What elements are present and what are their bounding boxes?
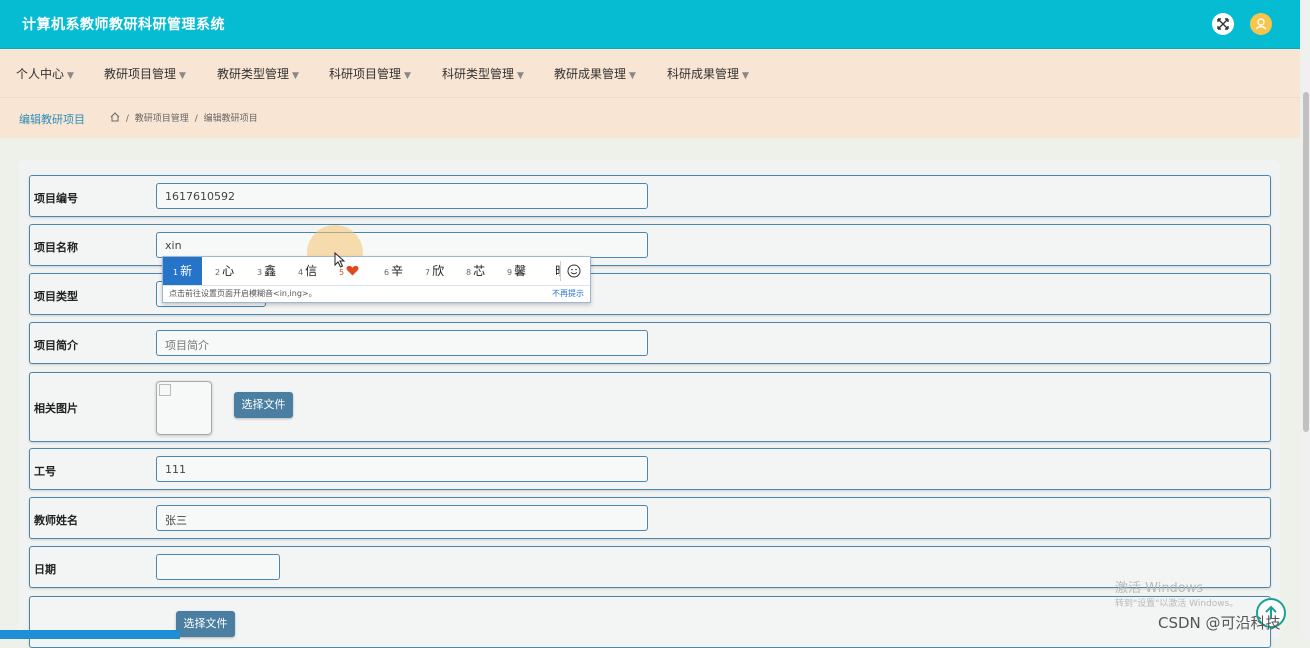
- project-intro-input[interactable]: 项目简介: [156, 330, 648, 356]
- menu-teaching-project[interactable]: 教研项目管理 ▼: [104, 65, 186, 82]
- ime-candidate[interactable]: 8芯: [466, 257, 485, 285]
- choose-image-button[interactable]: 选择文件: [234, 392, 293, 418]
- broken-image-icon: [159, 384, 171, 396]
- breadcrumb-separator: /: [125, 114, 129, 124]
- form-row-staff-no: 工号 111: [29, 448, 1271, 490]
- scrollbar-thumb[interactable]: [1303, 92, 1309, 432]
- ime-candidate[interactable]: 9馨: [507, 257, 526, 285]
- home-icon[interactable]: [110, 112, 123, 124]
- ime-separator: [560, 261, 561, 281]
- menu-personal-center[interactable]: 个人中心 ▼: [16, 65, 74, 82]
- field-label: 教师姓名: [34, 514, 78, 527]
- field-label: 相关图片: [34, 402, 78, 415]
- ime-candidate-popup: 1新 2心 3鑫 4信 5 6辛 7欣 8芯 9馨 昕 点击前往设置页面开启模糊…: [162, 256, 591, 303]
- main-menu: 个人中心 ▼ 教研项目管理 ▼ 教研类型管理 ▼ 科研项目管理 ▼ 科研类型管理 ▼ 教研…: [0, 49, 1300, 98]
- ime-candidate[interactable]: 6辛: [384, 257, 403, 285]
- field-label: 项目编号: [34, 192, 78, 205]
- caret-down-icon: ▼: [517, 71, 524, 81]
- mouse-pointer-icon: [334, 251, 346, 272]
- ime-candidate[interactable]: 1新: [163, 257, 203, 285]
- smiley-icon[interactable]: [567, 263, 581, 278]
- ime-candidate-list: 1新 2心 3鑫 4信 5 6辛 7欣 8芯 9馨 昕: [163, 257, 590, 286]
- field-label: 项目简介: [34, 339, 78, 352]
- top-header: 计算机系教师教研科研管理系统: [0, 0, 1300, 49]
- ime-candidate[interactable]: 7欣: [425, 257, 444, 285]
- menu-research-project[interactable]: 科研项目管理 ▼: [329, 65, 411, 82]
- menu-research-achievement[interactable]: 科研成果管理 ▼: [667, 65, 749, 82]
- csdn-credit: CSDN @可沿科技: [1158, 614, 1281, 632]
- windows-activation-watermark: 激活 Windows: [1115, 581, 1204, 596]
- breadcrumb-path: / 教研项目管理 / 编辑教研项目: [110, 111, 261, 124]
- project-no-input[interactable]: 1617610592: [156, 183, 648, 209]
- caret-down-icon: ▼: [179, 71, 186, 81]
- form-row-project-intro: 项目简介 项目简介: [29, 322, 1271, 364]
- form-row-teacher-name: 教师姓名 张三: [29, 497, 1271, 539]
- caret-down-icon: ▼: [404, 71, 411, 81]
- ime-hint-text: 点击前往设置页面开启模糊音<in,ing>。: [169, 289, 317, 298]
- menu-teaching-achievement[interactable]: 教研成果管理 ▼: [554, 65, 636, 82]
- breadcrumb-current: 编辑教研项目: [203, 114, 258, 124]
- staff-no-input[interactable]: 111: [156, 456, 648, 482]
- form-row-file: 选择文件: [29, 596, 1271, 648]
- menu-research-type[interactable]: 科研类型管理 ▼: [442, 65, 524, 82]
- bottom-accent-bar: [0, 630, 180, 639]
- expand-icon[interactable]: [1212, 13, 1234, 35]
- field-label: 日期: [34, 563, 56, 576]
- ime-dismiss-link[interactable]: 不再提示: [552, 288, 584, 299]
- user-avatar-icon[interactable]: [1250, 13, 1272, 35]
- project-name-input[interactable]: xin: [156, 232, 648, 258]
- choose-file-button[interactable]: 选择文件: [176, 611, 235, 637]
- breadcrumb-separator: /: [194, 114, 198, 124]
- windows-activation-hint: 转到"设置"以激活 Windows。: [1115, 599, 1239, 609]
- breadcrumb-link-teaching-project[interactable]: 教研项目管理: [135, 114, 189, 124]
- date-input[interactable]: [156, 554, 280, 580]
- image-preview: [156, 381, 212, 435]
- form-row-date: 日期: [29, 546, 1271, 588]
- app-title: 计算机系教师教研科研管理系统: [22, 17, 225, 33]
- caret-down-icon: ▼: [67, 71, 74, 81]
- heart-emoji-icon: [346, 265, 359, 276]
- caret-down-icon: ▼: [292, 71, 299, 81]
- teacher-name-input[interactable]: 张三: [156, 505, 648, 531]
- ime-candidate[interactable]: 3鑫: [257, 257, 276, 285]
- field-label: 工号: [34, 465, 56, 478]
- field-label: 项目名称: [34, 241, 78, 254]
- form-row-related-image: 相关图片 选择文件: [29, 372, 1271, 442]
- page-title: 编辑教研项目: [19, 113, 85, 126]
- ime-candidate[interactable]: 4信: [298, 257, 317, 285]
- form-row-project-no: 项目编号 1617610592: [29, 175, 1271, 217]
- caret-down-icon: ▼: [742, 71, 749, 81]
- ime-candidate[interactable]: 2心: [215, 257, 234, 285]
- caret-down-icon: ▼: [629, 71, 636, 81]
- menu-teaching-type[interactable]: 教研类型管理 ▼: [217, 65, 299, 82]
- field-label: 项目类型: [34, 290, 78, 303]
- breadcrumb: 编辑教研项目 / 教研项目管理 / 编辑教研项目: [0, 98, 1300, 138]
